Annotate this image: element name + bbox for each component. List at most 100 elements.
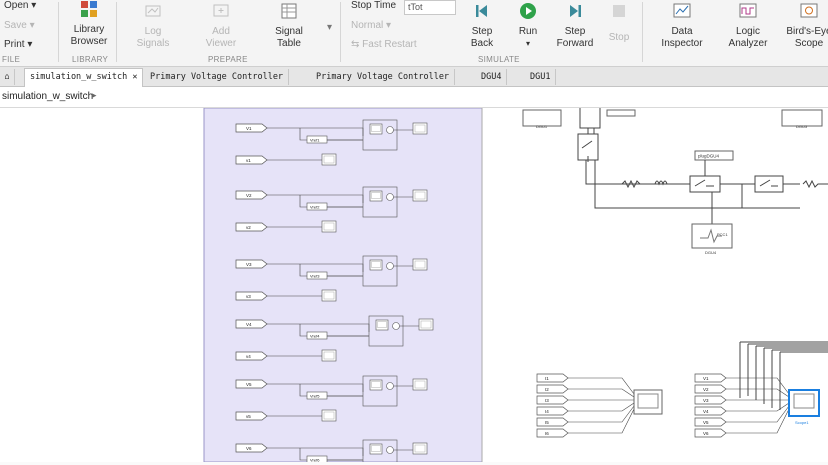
dgu4-label: DGU4 [705,250,717,255]
data-inspector-button[interactable]: Data Inspector [656,2,708,50]
reference-label: Vref5 [310,394,320,399]
birds-eye-scope-button[interactable]: Bird's-Eye Scope [784,2,828,50]
signal-line [568,408,635,434]
sum-block[interactable] [386,126,394,134]
simulation-mode-select[interactable]: Normal ▾ [351,20,391,31]
block-diagram[interactable]: V1 Vref1 v1 V2 Vref2 v2 V3 Vref3 v3 V4 Vref4 v4 V5 Vr… [0,107,828,465]
inport-label: v4 [246,354,251,359]
fast-restart-label: Fast Restart [362,39,417,50]
measurement-ports[interactable]: I1 I2 I3 I4 I5 I6 V1 V2 V3 V4 V5 V6 [536,373,790,438]
inport-label: v2 [246,225,251,230]
inport-block[interactable] [536,417,569,427]
inport-block[interactable] [235,291,268,301]
open-button[interactable]: Open ▾ [4,0,36,11]
library-browser-button[interactable]: Library Browser [66,0,112,48]
inport-block[interactable] [235,222,268,232]
fast-restart-icon: ⇆ [351,39,360,50]
tab-label: Primary Voltage Controller [316,72,450,82]
chevron-right-icon[interactable]: ▸ [92,90,97,101]
inport-block[interactable] [536,406,569,416]
save-button[interactable]: Save ▾ [4,20,35,31]
chevron-down-icon: ▾ [27,39,33,50]
inport-label: I3 [545,398,549,403]
birds-eye-scope-label: Bird's-Eye Scope [786,26,828,49]
step-back-button[interactable]: Step Back [463,2,501,50]
log-signals-button[interactable]: Log Signals [128,2,178,50]
model-canvas[interactable]: V1 Vref1 v1 V2 Vref2 v2 V3 Vref3 v3 V4 Vref4 v4 V5 Vr… [0,107,828,465]
inport-block[interactable] [235,155,268,165]
inport-label: V6 [246,446,252,451]
inport-block[interactable] [536,373,569,383]
inport-label: V4 [703,409,709,414]
divider [340,2,341,62]
logic-analyzer-icon [739,3,757,18]
run-icon [520,3,536,19]
signal-table-button[interactable]: Signal Table [264,2,314,50]
stop-time-input[interactable]: tTot [404,0,456,15]
tab-primary-voltage-controller-1[interactable]: Primary Voltage Controller [145,69,290,85]
fast-restart-toggle[interactable]: ⇆ Fast Restart [351,39,417,50]
chevron-down-icon: ▾ [31,0,37,11]
dc-network[interactable]: DGU1 DGU3 plugDGU4 PCC1 DGU4 [522,108,828,255]
signal-line [568,405,635,423]
inport-label: V1 [703,376,709,381]
sum-block[interactable] [386,193,394,201]
print-label: Print [4,39,25,50]
switch-block-2[interactable] [754,175,784,193]
stop-button[interactable]: Stop [603,2,635,44]
signal-line [568,377,635,395]
reference-label: Vref4 [310,334,320,339]
divider [58,2,59,62]
home-icon[interactable]: ⌂ [0,69,15,85]
switch-block[interactable] [689,175,721,193]
log-signals-icon [145,5,161,17]
tab-simulation-w-switch[interactable]: simulation_w_switch ✕ [24,68,144,87]
inport-block[interactable] [694,406,727,416]
prepare-expand-icon[interactable]: ▾ [327,22,332,33]
bus-block[interactable] [606,109,636,117]
stop-time-label: Stop Time [351,0,397,11]
inport-label: v3 [246,294,251,299]
model-tab-bar: ⌂ simulation_w_switch ✕ Primary Voltage … [0,67,828,87]
breadcrumb-item[interactable]: simulation_w_switch [2,91,93,102]
inport-block[interactable] [536,395,569,405]
print-button[interactable]: Print ▾ [4,39,32,50]
mode-label: Normal [351,20,384,31]
log-signals-label: Log Signals [136,26,170,49]
step-forward-icon [570,5,581,17]
tab-primary-voltage-controller-2[interactable]: Primary Voltage Controller [311,69,456,85]
signal-table-icon [281,3,297,19]
sum-block[interactable] [386,446,394,454]
inport-block[interactable] [694,373,727,383]
inport-block[interactable] [235,411,268,421]
logic-analyzer-button[interactable]: Logic Analyzer [722,2,774,50]
inport-label: I4 [545,409,549,414]
chevron-down-icon: ▾ [525,39,530,48]
sum-block[interactable] [392,322,400,330]
library-section-label: LIBRARY [72,55,109,64]
step-forward-button[interactable]: Step Forward [555,2,595,50]
scope-lines: Scope1 [633,341,828,425]
inport-label: V3 [703,398,709,403]
tab-dgu4[interactable]: DGU4 [476,69,508,85]
reference-label: Vref6 [310,458,320,463]
library-grid-icon [81,1,97,17]
reference-label: Vref2 [310,205,320,210]
run-button[interactable]: Run ▾ [510,2,546,50]
signal-table-label: Signal Table [275,26,303,49]
reference-label: Vref3 [310,274,320,279]
inport-block[interactable] [536,428,569,438]
sum-block[interactable] [386,382,394,390]
inport-block[interactable] [694,428,727,438]
plug-dgu4-label: plugDGU4 [698,154,720,159]
inport-block[interactable] [694,384,727,394]
inport-block[interactable] [536,384,569,394]
inport-block[interactable] [694,395,727,405]
inport-block[interactable] [235,351,268,361]
add-viewer-button[interactable]: Add Viewer [196,2,246,50]
close-icon[interactable]: ✕ [132,72,137,82]
inport-block[interactable] [694,417,727,427]
sum-block[interactable] [386,262,394,270]
tab-dgu1[interactable]: DGU1 [525,69,557,85]
inport-label: V3 [246,262,252,267]
